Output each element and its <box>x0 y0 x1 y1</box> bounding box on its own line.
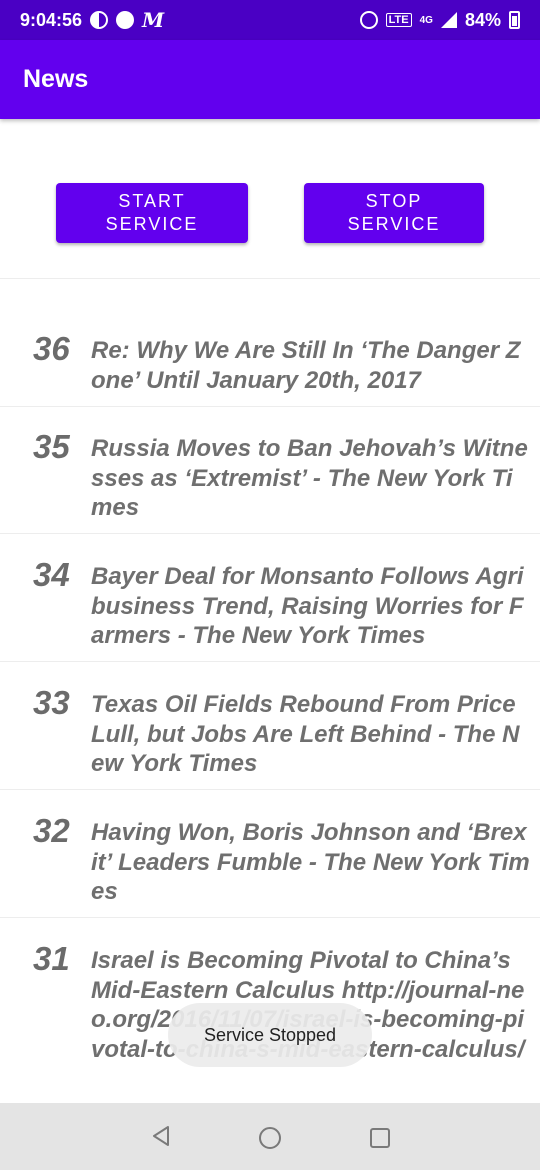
list-divider <box>0 661 540 662</box>
news-number: 36 <box>33 330 70 367</box>
news-title: Texas Oil Fields Rebound From Price Lull… <box>91 691 520 777</box>
news-title: Having Won, Boris Johnson and ‘Brexit’ L… <box>91 819 530 905</box>
status-bar: 9:04:56 M LTE 4G 84% <box>0 0 540 40</box>
back-icon[interactable] <box>150 1125 172 1147</box>
start-service-button[interactable]: START SERVICE <box>56 183 248 243</box>
home-icon[interactable] <box>259 1127 281 1149</box>
list-divider <box>0 789 540 790</box>
list-divider <box>0 278 540 279</box>
news-title: Re: Why We Are Still In ‘The Danger Zone… <box>91 337 521 394</box>
news-number: 34 <box>33 556 70 593</box>
recents-icon[interactable] <box>370 1128 390 1148</box>
list-divider <box>0 917 540 918</box>
news-number: 32 <box>33 812 70 849</box>
list-divider <box>0 406 540 407</box>
news-number: 31 <box>33 940 70 977</box>
volte-icon: LTE <box>385 13 412 27</box>
data-saver-icon <box>90 11 109 29</box>
battery-icon <box>509 11 520 29</box>
network-type: 4G <box>419 14 433 26</box>
battery-percent: 84% <box>464 9 501 30</box>
app-m-icon: M <box>142 8 165 32</box>
navigation-bar <box>0 1103 540 1170</box>
status-time: 9:04:56 <box>20 9 83 30</box>
news-number: 33 <box>33 684 70 721</box>
list-divider <box>0 533 540 534</box>
stop-service-button[interactable]: STOP SERVICE <box>304 183 484 243</box>
news-number: 35 <box>33 428 70 465</box>
alarm-icon <box>359 11 378 29</box>
news-title: Russia Moves to Ban Jehovah’s Witnesses … <box>91 435 528 521</box>
app-bar: News <box>0 40 540 119</box>
app-title: News <box>23 65 89 93</box>
toast-message: Service Stopped <box>168 1003 372 1067</box>
signal-icon <box>440 12 457 28</box>
notification-dot-icon <box>116 11 135 29</box>
news-title: Bayer Deal for Monsanto Follows Agribusi… <box>91 563 524 649</box>
